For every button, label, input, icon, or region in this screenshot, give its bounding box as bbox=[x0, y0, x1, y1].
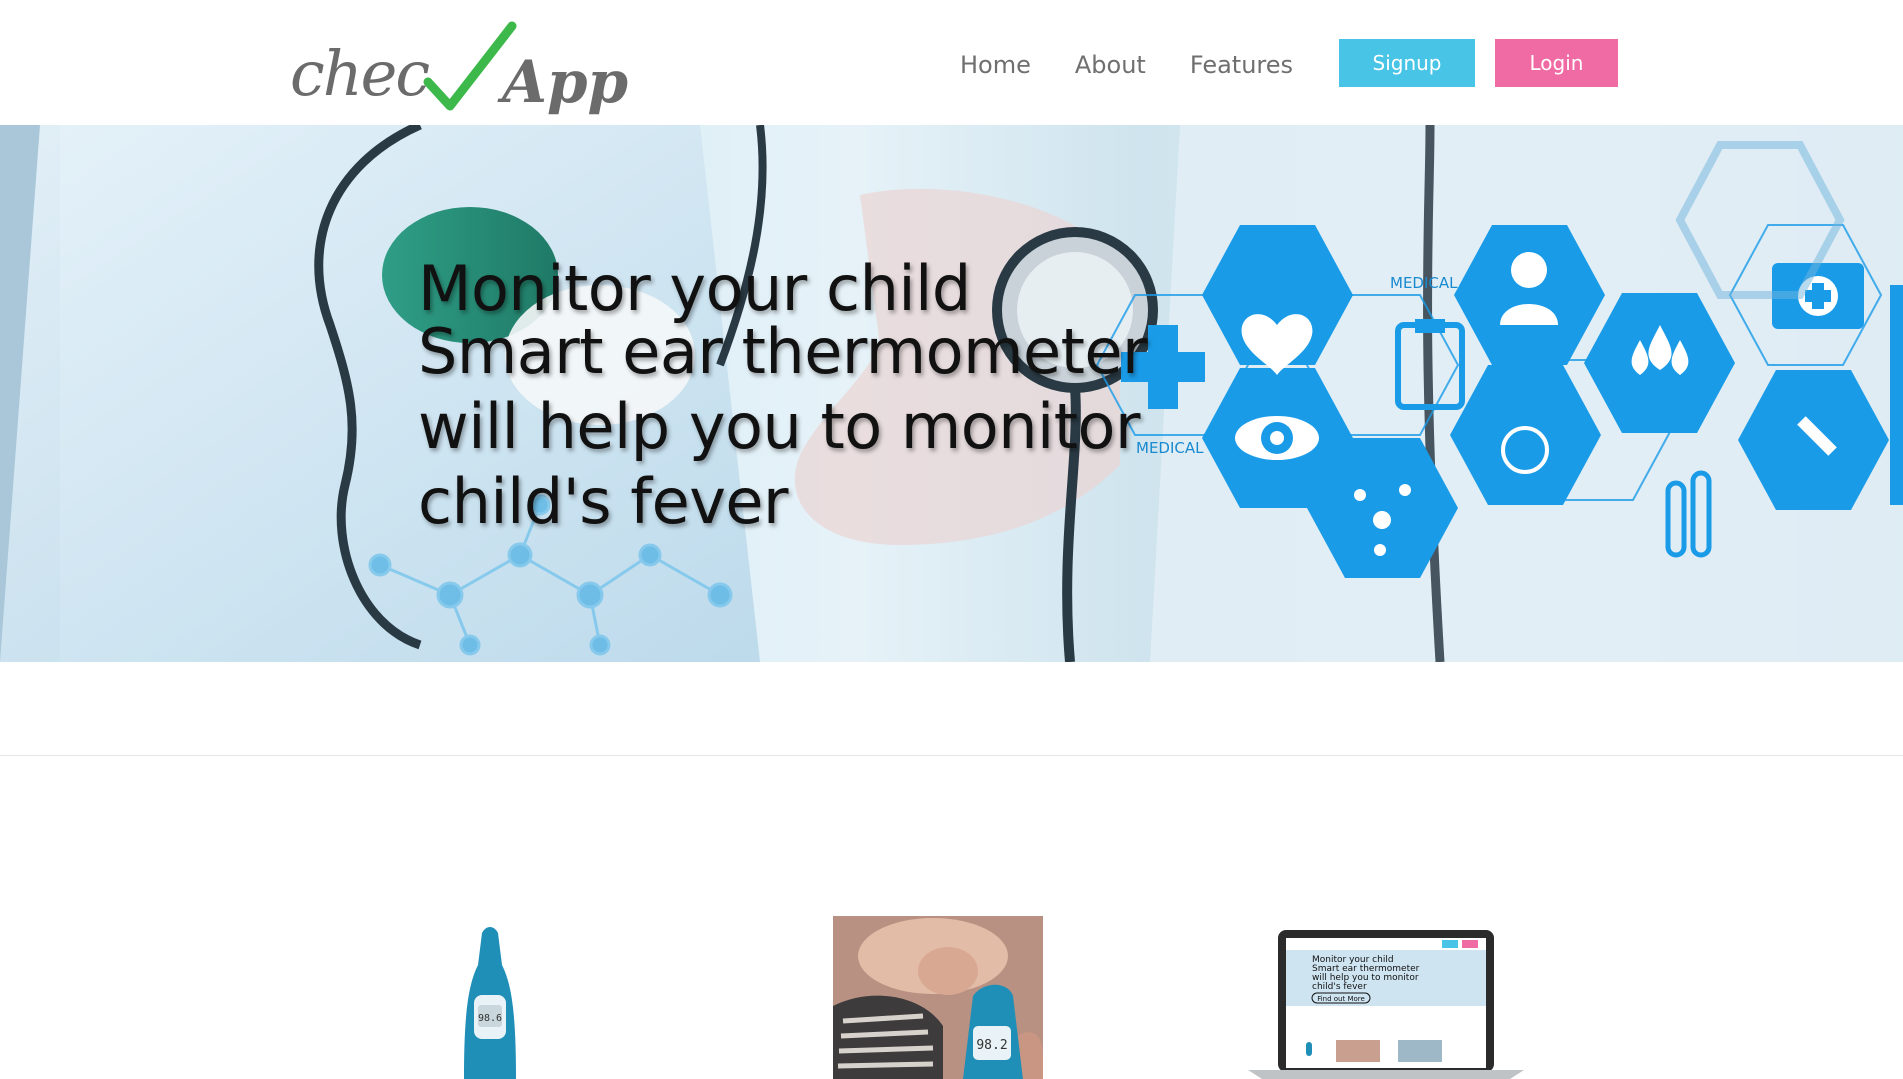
svg-text:chec: chec bbox=[290, 37, 429, 110]
login-button[interactable]: Login bbox=[1495, 39, 1618, 87]
nav-home[interactable]: Home bbox=[960, 51, 1031, 79]
laptop-screen-line: child's fever bbox=[1312, 982, 1367, 992]
laptop-preview-image: Monitor your child Smart ear thermometer… bbox=[1248, 930, 1524, 1079]
nav-features[interactable]: Features bbox=[1190, 51, 1293, 79]
nav-about[interactable]: About bbox=[1075, 51, 1146, 79]
baby-photo: 98.2 bbox=[833, 916, 1043, 1079]
thermometer-reading: 98.6 bbox=[478, 1013, 502, 1024]
hero-banner: MEDICAL MEDICAL Monitor your child Smart… bbox=[0, 125, 1903, 662]
section-divider bbox=[0, 755, 1903, 756]
laptop-find-out-more: Find out More bbox=[1317, 995, 1365, 1003]
site-header: chec App Home About Features Signup Logi… bbox=[0, 0, 1903, 125]
hero-line: Smart ear thermometer bbox=[418, 315, 1148, 388]
ear-thermometer-image: 98.6 bbox=[460, 925, 520, 1079]
medical-label-1: MEDICAL bbox=[1390, 274, 1458, 292]
baby-thermometer-reading: 98.2 bbox=[976, 1038, 1007, 1053]
checkapp-logo[interactable]: chec App bbox=[290, 20, 650, 115]
signup-button[interactable]: Signup bbox=[1339, 39, 1475, 87]
hero-line: will help you to monitor bbox=[418, 390, 1140, 463]
hero-headline: Monitor your child Smart ear thermometer… bbox=[418, 251, 1178, 539]
hero-line: child's fever bbox=[418, 465, 789, 538]
main-nav: Home About Features bbox=[960, 48, 1293, 82]
svg-text:App: App bbox=[497, 48, 628, 115]
